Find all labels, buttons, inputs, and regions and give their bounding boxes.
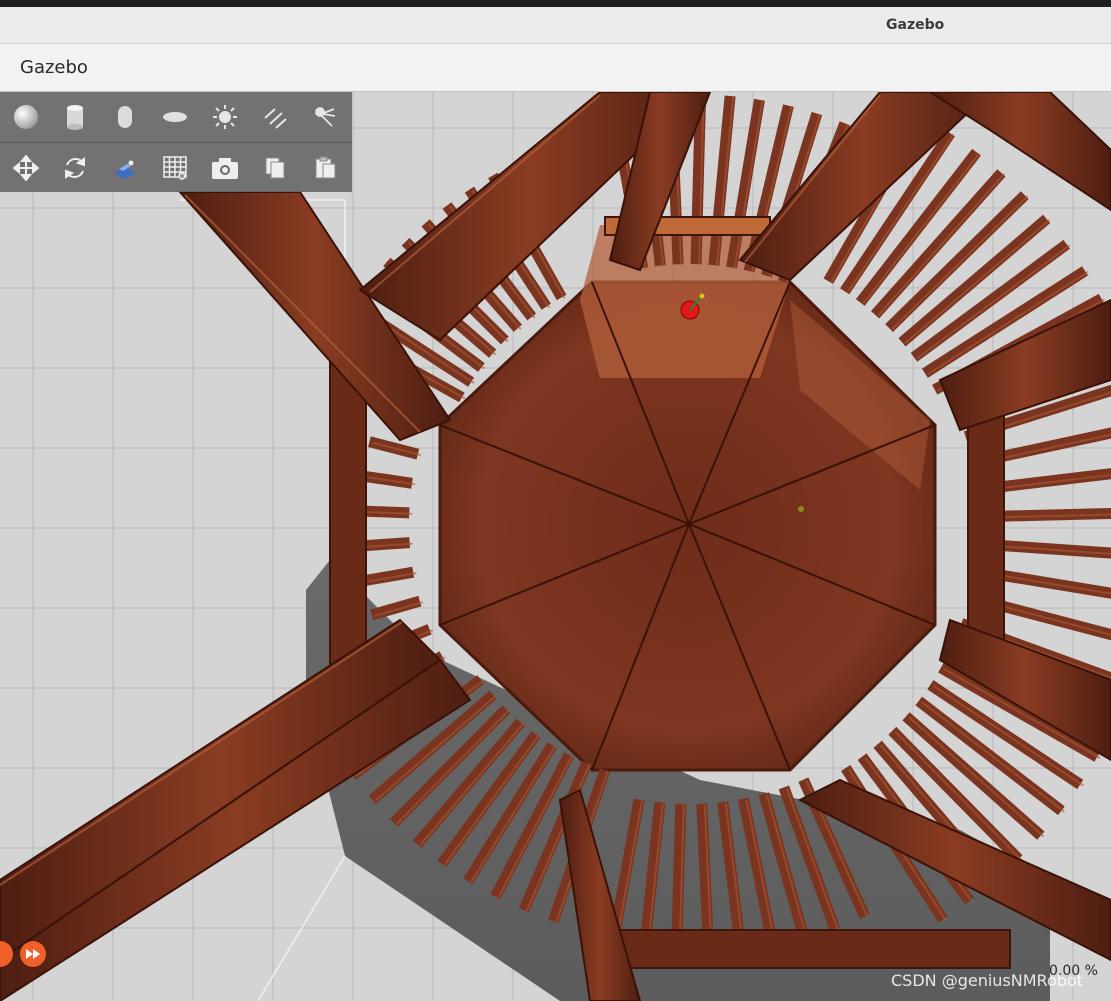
spot-light-icon[interactable] — [307, 99, 343, 135]
window-title: Gazebo — [886, 17, 945, 33]
translate-mode-icon[interactable] — [8, 150, 44, 186]
app-menubar: Gazebo — [0, 44, 1111, 92]
rotate-mode-icon[interactable] — [57, 150, 93, 186]
editor-toolbar — [0, 92, 352, 192]
3d-viewport[interactable] — [0, 92, 1111, 1001]
grid-icon[interactable] — [157, 150, 193, 186]
copy-icon[interactable] — [257, 150, 293, 186]
point-light-icon[interactable] — [207, 99, 243, 135]
scale-mode-icon[interactable] — [107, 150, 143, 186]
fast-forward-icon — [26, 949, 40, 959]
app-name-label[interactable]: Gazebo — [20, 57, 88, 78]
sphere-shape-icon[interactable] — [8, 99, 44, 135]
toolbar-row-modes — [0, 142, 352, 193]
ellipsoid-shape-icon[interactable] — [157, 99, 193, 135]
toolbar-row-shapes-lights — [0, 92, 352, 142]
cylinder-shape-icon[interactable] — [57, 99, 93, 135]
screenshot-camera-icon[interactable] — [207, 150, 243, 186]
step-forward-button[interactable] — [20, 941, 46, 967]
directional-light-icon[interactable] — [257, 99, 293, 135]
screen-top-strip — [0, 0, 1111, 7]
capsule-shape-icon[interactable] — [107, 99, 143, 135]
window-titlebar[interactable]: Gazebo — [0, 7, 1111, 44]
paste-icon[interactable] — [307, 150, 343, 186]
watermark-text: CSDN @geniusNMRobot — [891, 971, 1083, 990]
gazebo-scene[interactable] — [0, 92, 1111, 1001]
